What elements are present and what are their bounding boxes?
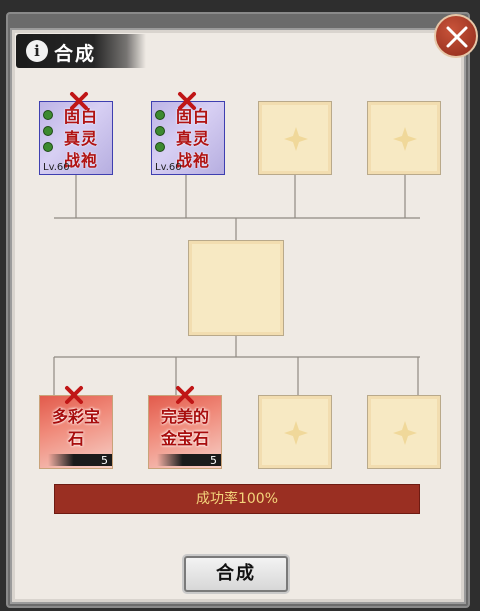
- plus-icon: [284, 127, 308, 151]
- combine-button[interactable]: 合成: [184, 556, 288, 592]
- item-level: Lv.60: [155, 162, 182, 173]
- plus-icon: [393, 127, 417, 151]
- item-level: Lv.60: [43, 162, 70, 173]
- gem-slot-2[interactable]: 完美的 金宝石 5: [148, 395, 222, 469]
- material-slot-3[interactable]: [258, 101, 332, 175]
- gem-name-line2: 石: [67, 429, 84, 448]
- material-slot-4[interactable]: [367, 101, 441, 175]
- remove-icon[interactable]: [68, 90, 90, 112]
- gem-slot-1[interactable]: 多彩宝 石 5: [39, 395, 113, 469]
- success-rate-bar: 成功率100%: [54, 484, 420, 514]
- plus-icon: [284, 421, 308, 445]
- gem-count: 5: [210, 454, 217, 467]
- material-slot-1[interactable]: 固白 真灵 战袍 Lv.60: [39, 101, 113, 175]
- item-name-line2: 真灵: [175, 129, 210, 148]
- result-slot[interactable]: [188, 240, 284, 336]
- gem-slot-3[interactable]: [258, 395, 332, 469]
- remove-icon[interactable]: [63, 384, 85, 406]
- remove-icon[interactable]: [174, 384, 196, 406]
- item-name-line2: 真灵: [63, 129, 98, 148]
- plus-icon: [393, 421, 417, 445]
- gem-slot-4[interactable]: [367, 395, 441, 469]
- remove-icon[interactable]: [176, 90, 198, 112]
- gem-name-line1: 完美的: [160, 407, 209, 426]
- material-slot-2[interactable]: 固白 真灵 战袍 Lv.60: [151, 101, 225, 175]
- gem-name-line1: 多彩宝: [51, 407, 100, 426]
- gem-count: 5: [101, 454, 108, 467]
- gem-name-line2: 金宝石: [160, 429, 209, 448]
